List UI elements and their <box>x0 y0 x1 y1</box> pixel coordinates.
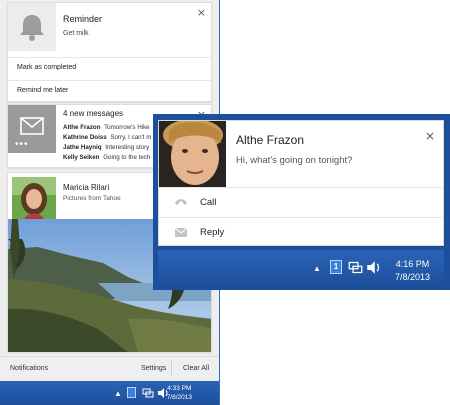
clock-date: 7/8/2013 <box>166 394 192 401</box>
clock-time: 4:16 PM <box>395 259 430 269</box>
message-preview: Tomorrow's Hike <box>104 124 150 131</box>
clear-all-button[interactable]: Clear All <box>183 365 209 372</box>
tray-expand-icon[interactable]: ▲ <box>114 389 122 398</box>
clock-time: 4:33 PM <box>167 385 192 392</box>
taskbar: ▲ 1 4:16 PM 7/8/2013 <box>158 250 444 288</box>
footer-divider <box>171 361 172 376</box>
toast-message: Hi, what's going on tonight? <box>236 155 353 166</box>
message-sender: Jathe Hayniq <box>63 144 102 151</box>
notification-center-footer: Notifications Settings Clear All <box>0 356 219 380</box>
message-sender: Kelly Seiken <box>63 154 100 161</box>
toast-sender-name: Althe Frazon <box>236 133 305 147</box>
remind-later-button[interactable]: Remind me later <box>8 80 211 102</box>
footer-notifications-label: Notifications <box>10 365 49 372</box>
clock-date: 7/8/2013 <box>394 272 430 282</box>
avatar <box>12 177 56 221</box>
volume-icon[interactable] <box>366 260 381 280</box>
reminder-card: Reminder Get milk × Mark as completed Re… <box>7 2 212 102</box>
notification-tray-icon[interactable] <box>127 387 136 398</box>
mark-completed-button[interactable]: Mark as completed <box>8 57 211 79</box>
more-dots-icon: ••• <box>15 139 29 150</box>
network-icon[interactable] <box>142 386 154 404</box>
call-button[interactable]: Call <box>159 187 443 217</box>
reply-label: Reply <box>200 227 225 238</box>
photo-caption: Pictures from Tahoe <box>63 195 121 202</box>
reminder-close-button[interactable]: × <box>197 6 206 19</box>
contact-photo <box>159 121 226 187</box>
message-sender: Kathrine Doiss <box>63 134 107 141</box>
message-preview: Going to the tech <box>103 154 151 161</box>
mail-icon: ••• <box>8 105 56 153</box>
tray-expand-icon[interactable]: ▲ <box>313 264 321 273</box>
message-preview: Sorry, I can't m <box>110 134 152 141</box>
toast-close-button[interactable]: × <box>425 129 435 143</box>
settings-button[interactable]: Settings <box>141 365 166 372</box>
bell-icon <box>8 3 56 51</box>
reminder-title: Reminder <box>63 14 103 24</box>
messages-title: 4 new messages <box>63 109 124 118</box>
message-preview: Interesting story <box>105 144 150 151</box>
mail-icon <box>174 227 188 238</box>
call-label: Call <box>200 197 217 208</box>
screenshot: Reminder Get milk × Mark as completed Re… <box>0 0 450 405</box>
taskbar-clock[interactable]: 4:16 PM 7/8/2013 <box>395 258 430 284</box>
phone-icon <box>174 197 188 208</box>
photo-sender: Maricia Rilari <box>63 183 110 192</box>
network-icon[interactable] <box>348 260 363 280</box>
taskbar: ▲ 4:33 PM 7/8/2013 <box>0 381 219 405</box>
notification-tray-icon[interactable]: 1 <box>330 260 342 274</box>
taskbar-clock[interactable]: 4:33 PM 7/8/2013 <box>167 384 192 402</box>
toast-notification: Althe Frazon Hi, what's going on tonight… <box>158 120 444 246</box>
reply-button[interactable]: Reply <box>159 217 443 247</box>
reminder-text: Get milk <box>63 30 89 37</box>
message-sender: Althe Frazon <box>63 124 101 131</box>
